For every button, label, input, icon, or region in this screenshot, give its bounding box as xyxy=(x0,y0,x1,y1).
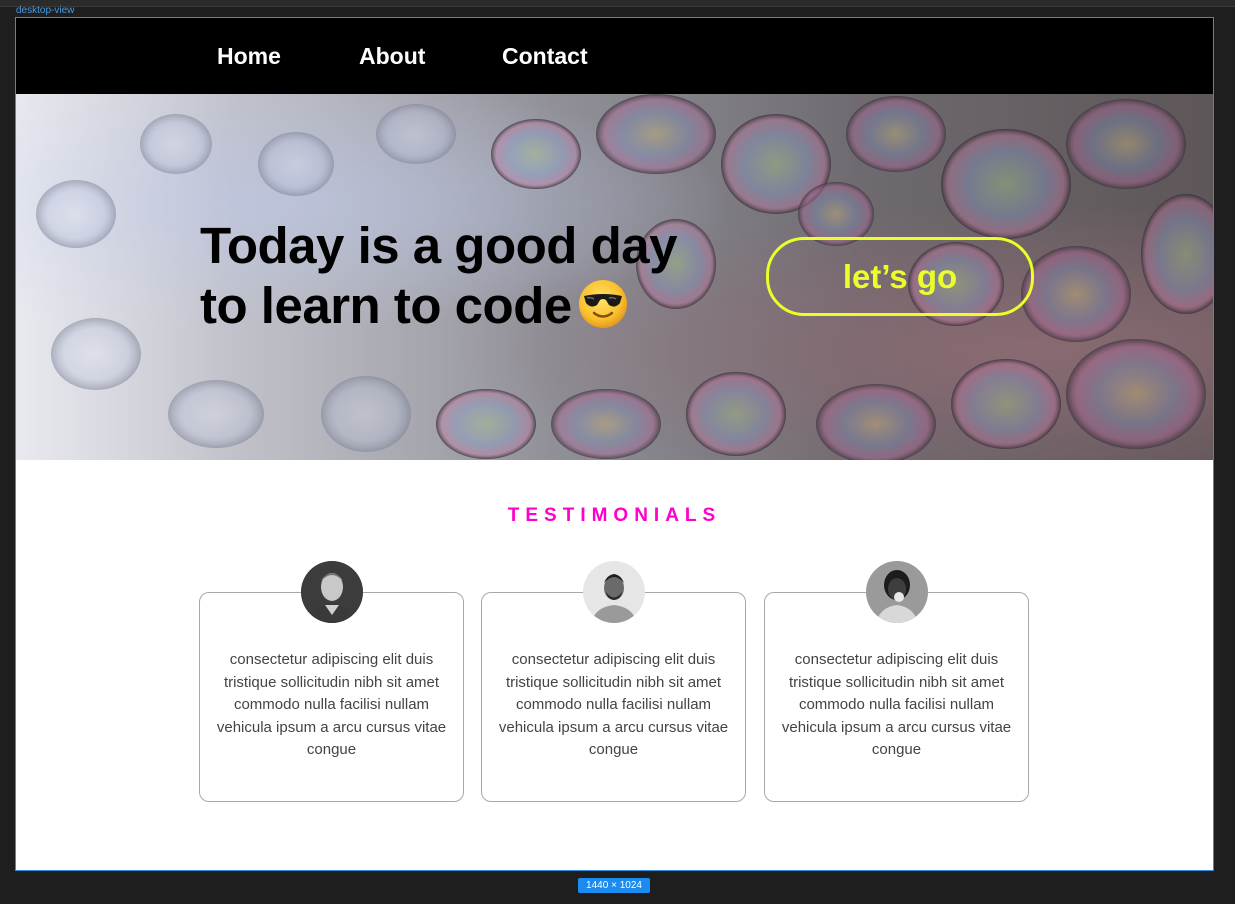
hero-title-line1: Today is a good day xyxy=(200,217,677,274)
testimonial-text: consectetur adipiscing elit duis tristiq… xyxy=(216,651,447,758)
testimonial-text: consectetur adipiscing elit duis tristiq… xyxy=(498,651,729,758)
smiling-face-with-sunglasses-icon xyxy=(578,279,628,342)
testimonial-card: consectetur adipiscing elit duis tristiq… xyxy=(199,592,464,802)
testimonial-card: consectetur adipiscing elit duis tristiq… xyxy=(764,592,1029,802)
nav-contact[interactable]: Contact xyxy=(502,42,588,70)
editor-top-bar xyxy=(0,0,1235,7)
avatar-man-1 xyxy=(301,561,363,623)
avatar-woman xyxy=(866,561,928,623)
testimonials-heading: TESTIMONIALS xyxy=(507,505,722,526)
testimonial-card: consectetur adipiscing elit duis tristiq… xyxy=(481,592,746,802)
avatar-man-2 xyxy=(583,561,645,623)
testimonial-text: consectetur adipiscing elit duis tristiq… xyxy=(781,651,1012,758)
lets-go-button[interactable]: let’s go xyxy=(766,237,1034,316)
desktop-frame: Home About Contact Today is a good day t… xyxy=(15,17,1214,871)
nav-about[interactable]: About xyxy=(359,42,425,70)
frame-label[interactable]: desktop-view xyxy=(16,5,74,17)
hero-title: Today is a good day to learn to code xyxy=(200,216,760,342)
frame-size-badge: 1440 × 1024 xyxy=(578,878,650,893)
navbar: Home About Contact xyxy=(16,18,1213,94)
hero-title-line2: to learn to code xyxy=(200,277,572,334)
nav-home[interactable]: Home xyxy=(217,42,281,70)
hero-banner: Today is a good day to learn to code let… xyxy=(16,94,1213,460)
